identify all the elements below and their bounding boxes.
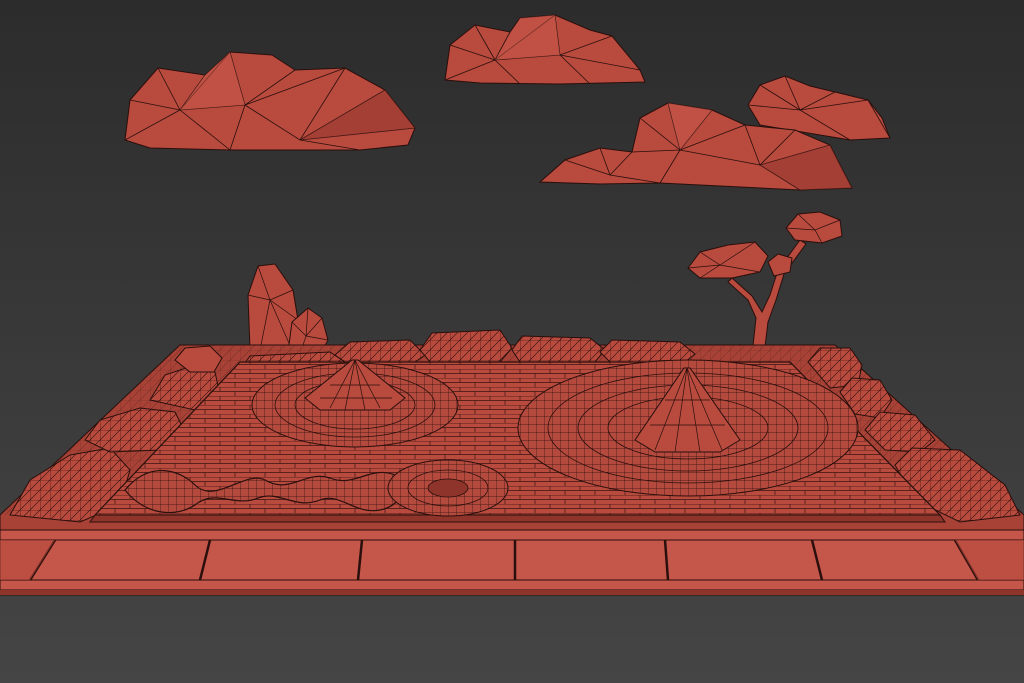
standing-rocks[interactable]	[247, 263, 329, 356]
bonsai-tree[interactable]	[687, 211, 843, 357]
large-raked-cone[interactable]	[517, 359, 859, 497]
3d-viewport[interactable]	[0, 0, 1024, 683]
cloud-top-center[interactable]	[444, 14, 646, 85]
cloud-left[interactable]	[124, 51, 416, 151]
stone-path-tiles[interactable]	[0, 529, 1024, 596]
zen-garden-scene	[0, 14, 1024, 596]
cloud-right[interactable]	[538, 75, 891, 191]
